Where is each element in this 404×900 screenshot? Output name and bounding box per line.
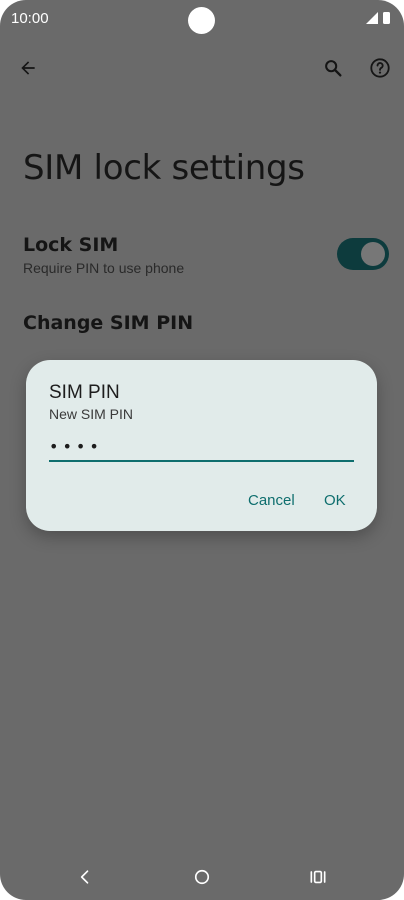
nav-home-button[interactable] xyxy=(190,865,214,889)
nav-back-icon xyxy=(80,870,89,884)
dialog-title: SIM PIN xyxy=(49,382,120,403)
toggle-knob xyxy=(361,242,385,266)
nav-recents-button[interactable] xyxy=(306,865,330,889)
back-button[interactable] xyxy=(14,54,42,82)
nav-back-button[interactable] xyxy=(73,865,97,889)
new-pin-input[interactable] xyxy=(49,432,354,462)
page-title: SIM lock settings xyxy=(23,148,305,188)
new-pin-label: New SIM PIN xyxy=(49,406,134,422)
nav-home-icon xyxy=(194,869,210,885)
lock-sim-title[interactable]: Lock SIM xyxy=(23,234,118,256)
phone-screen: 10:00 SIM lock settings Lock SIM Require… xyxy=(0,0,404,900)
cancel-button[interactable]: Cancel xyxy=(248,492,295,509)
lock-sim-toggle[interactable] xyxy=(337,238,389,270)
arrow-back-icon xyxy=(21,61,35,75)
search-icon xyxy=(325,60,342,77)
nav-recents-icon xyxy=(310,870,326,884)
change-sim-pin-item[interactable]: Change SIM PIN xyxy=(23,312,193,334)
sim-pin-dialog: SIM PIN New SIM PIN Cancel OK xyxy=(26,360,377,531)
help-button[interactable] xyxy=(366,54,394,82)
lock-sim-subtitle: Require PIN to use phone xyxy=(23,260,185,276)
status-icons xyxy=(366,12,390,24)
battery-icon xyxy=(383,12,390,24)
status-time: 10:00 xyxy=(11,10,49,27)
help-icon xyxy=(370,58,390,78)
camera-cutout xyxy=(188,7,215,34)
ok-button[interactable]: OK xyxy=(324,492,346,509)
search-button[interactable] xyxy=(319,54,347,82)
signal-icon xyxy=(366,12,378,24)
